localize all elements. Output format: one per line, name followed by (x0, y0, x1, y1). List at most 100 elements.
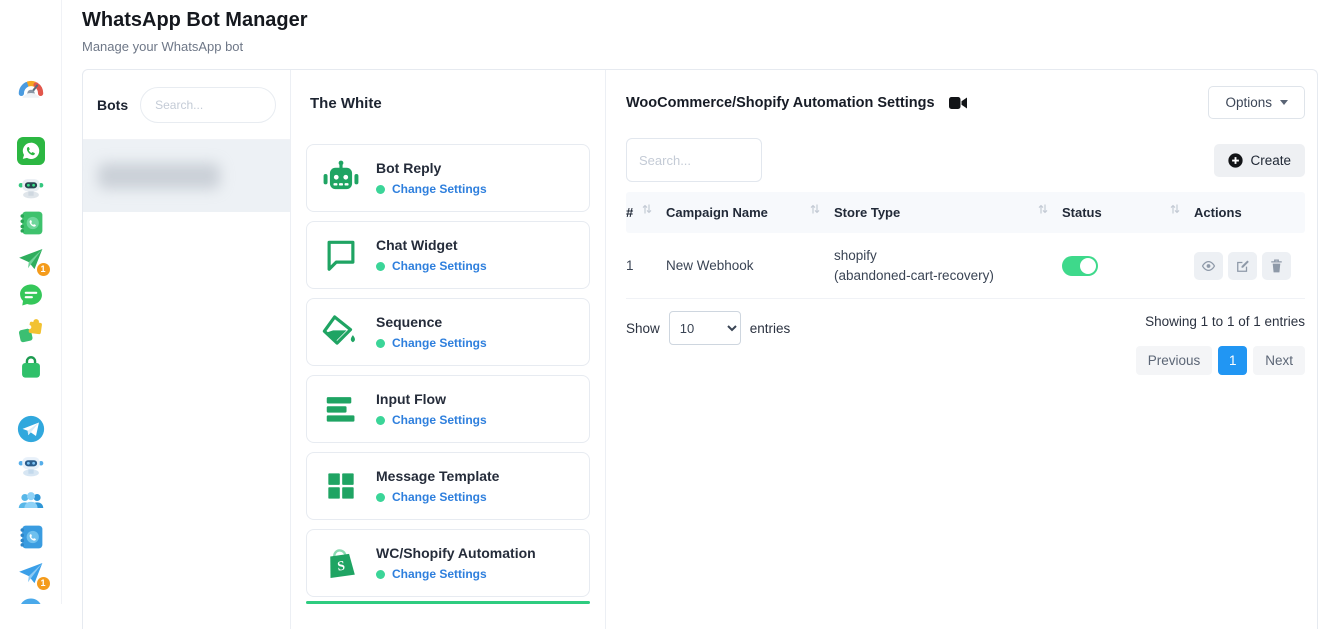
main-area: WhatsApp Bot Manager Manage your WhatsAp… (62, 0, 1325, 604)
status-dot-icon (376, 262, 385, 271)
telegram-contacts-icon[interactable] (16, 522, 46, 552)
column-header-campaign-name[interactable]: Campaign Name (666, 205, 834, 220)
bots-search-input[interactable] (140, 87, 276, 123)
sort-icon (1170, 203, 1180, 218)
bots-label: Bots (97, 97, 128, 113)
feature-card-input-flow[interactable]: Input Flow Change Settings (306, 375, 590, 443)
telegram-groups-icon[interactable] (16, 486, 46, 516)
sort-icon (1038, 203, 1048, 218)
status-dot-icon (376, 416, 385, 425)
store-icon[interactable] (16, 352, 46, 382)
feature-card-sequence[interactable]: Sequence Change Settings (306, 298, 590, 366)
feature-title: Input Flow (376, 391, 487, 407)
status-dot-icon (376, 185, 385, 194)
chat-whatsapp-icon[interactable] (16, 280, 46, 310)
telegram-icon[interactable] (16, 414, 46, 444)
change-settings-link[interactable]: Change Settings (376, 336, 487, 350)
feature-card-wc-shopify-automation[interactable]: S WC/Shopify Automation Change Settings (306, 529, 590, 597)
telegram-campaign-icon[interactable]: 1 (16, 558, 46, 588)
bots-panel-header: Bots (83, 70, 290, 140)
telegram-bot-icon[interactable] (16, 450, 46, 480)
sequence-icon (322, 313, 360, 351)
notification-badge: 1 (37, 577, 50, 590)
change-settings-label: Change Settings (392, 567, 487, 581)
status-toggle-on[interactable] (1062, 256, 1098, 276)
plus-circle-icon (1228, 153, 1243, 168)
change-settings-label: Change Settings (392, 259, 487, 273)
view-button[interactable] (1194, 252, 1223, 280)
feature-title: Message Template (376, 468, 499, 484)
next-page-button[interactable]: Next (1253, 346, 1305, 375)
shopify-icon: S (322, 544, 360, 582)
column-header-store-type[interactable]: Store Type (834, 205, 1062, 220)
change-settings-link[interactable]: Change Settings (376, 259, 487, 273)
bot-name-redacted (98, 163, 220, 189)
sort-icon (642, 203, 652, 218)
create-button[interactable]: Create (1214, 144, 1305, 177)
whatsapp-bot-icon[interactable] (16, 172, 46, 202)
feature-card-chat-widget[interactable]: Chat Widget Change Settings (306, 221, 590, 289)
change-settings-label: Change Settings (392, 182, 487, 196)
actions-cell (1194, 252, 1305, 280)
previous-page-button[interactable]: Previous (1136, 346, 1213, 375)
pagination: Previous 1 Next (1136, 346, 1305, 375)
chat-widget-icon (322, 236, 360, 274)
bot-list-item-selected[interactable] (83, 140, 290, 212)
feature-title: Chat Widget (376, 237, 487, 253)
table-footer: Show 10 entries Showing 1 to 1 of 1 entr… (626, 311, 1305, 375)
video-tutorial-icon[interactable] (949, 96, 967, 110)
feature-title: Sequence (376, 314, 487, 330)
message-template-icon (322, 467, 360, 505)
trash-icon (1270, 259, 1283, 273)
features-panel: The White Bot Reply Change Settings (291, 70, 606, 629)
whatsapp-icon[interactable] (16, 136, 46, 166)
bot-reply-icon (322, 159, 360, 197)
whatsapp-contacts-icon[interactable] (16, 208, 46, 238)
icon-rail: 1 (0, 0, 62, 604)
page-subtitle: Manage your WhatsApp bot (82, 39, 1325, 54)
change-settings-link[interactable]: Change Settings (376, 567, 536, 581)
edit-icon (1236, 259, 1250, 273)
eye-icon (1201, 260, 1216, 272)
sort-icon (810, 203, 820, 218)
page-1-button[interactable]: 1 (1218, 346, 1247, 375)
automation-header: WooCommerce/Shopify Automation Settings … (626, 70, 1305, 119)
bots-panel: Bots (83, 70, 291, 629)
pagination-area: Showing 1 to 1 of 1 entries Previous 1 N… (1136, 311, 1305, 375)
automation-settings-panel: WooCommerce/Shopify Automation Settings … (606, 70, 1317, 629)
integrations-icon[interactable] (16, 316, 46, 346)
change-settings-label: Change Settings (392, 336, 487, 350)
column-header-status[interactable]: Status (1062, 205, 1194, 220)
feature-card-message-template[interactable]: Message Template Change Settings (306, 452, 590, 520)
chat-telegram-icon[interactable] (16, 594, 46, 604)
change-settings-label: Change Settings (392, 413, 487, 427)
status-dot-icon (376, 493, 385, 502)
create-label: Create (1250, 153, 1291, 168)
table-row: 1 New Webhook shopify (abandoned-cart-re… (626, 233, 1305, 299)
automation-title: WooCommerce/Shopify Automation Settings (626, 95, 935, 111)
feature-title: WC/Shopify Automation (376, 545, 536, 561)
feature-title: Bot Reply (376, 160, 487, 176)
bot-manager-panel: Bots The White Bot Reply (82, 69, 1318, 629)
delete-button[interactable] (1262, 252, 1291, 280)
options-button[interactable]: Options (1208, 86, 1305, 119)
feature-card-bot-reply[interactable]: Bot Reply Change Settings (306, 144, 590, 212)
dashboard-icon[interactable] (16, 74, 46, 104)
column-header-index[interactable]: # (626, 205, 666, 220)
page-header: WhatsApp Bot Manager Manage your WhatsAp… (62, 0, 1325, 54)
input-flow-icon (322, 390, 360, 428)
table-toolbar: Create (626, 138, 1305, 182)
edit-button[interactable] (1228, 252, 1257, 280)
change-settings-link[interactable]: Change Settings (376, 182, 487, 196)
page-size-select[interactable]: 10 (669, 311, 741, 345)
column-header-actions: Actions (1194, 205, 1305, 220)
change-settings-link[interactable]: Change Settings (376, 413, 487, 427)
whatsapp-campaign-icon[interactable]: 1 (16, 244, 46, 274)
notification-badge: 1 (37, 263, 50, 276)
showing-entries-text: Showing 1 to 1 of 1 entries (1136, 314, 1305, 329)
status-dot-icon (376, 339, 385, 348)
toggle-knob (1080, 258, 1096, 274)
change-settings-link[interactable]: Change Settings (376, 490, 499, 504)
page-size-control: Show 10 entries (626, 311, 790, 345)
table-search-input[interactable] (626, 138, 762, 182)
